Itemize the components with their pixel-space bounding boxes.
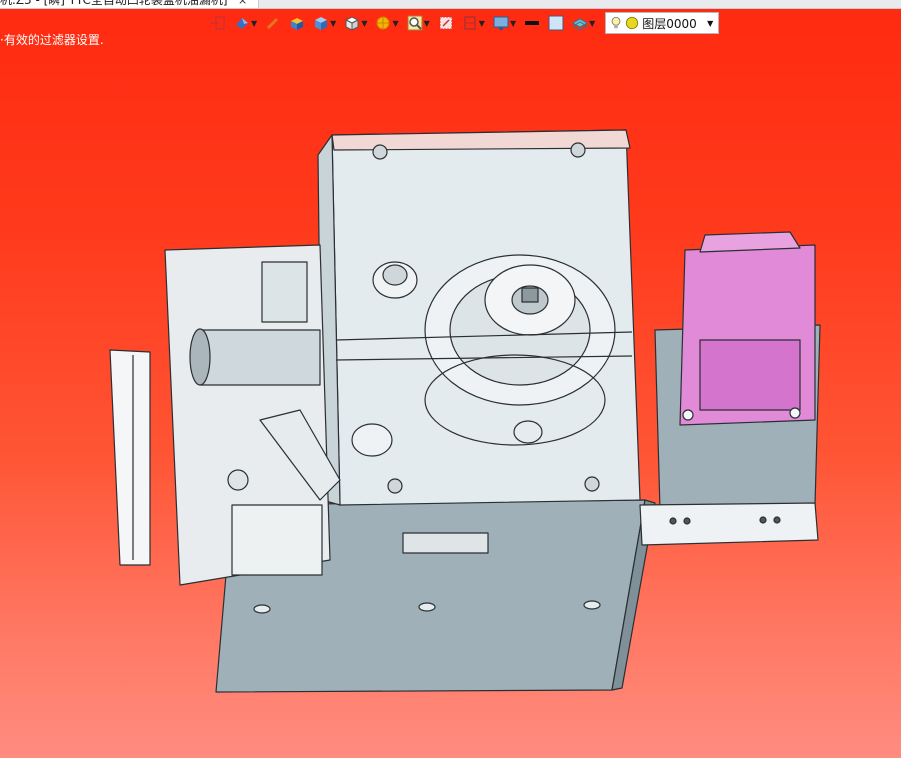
shaded-box-button[interactable] — [287, 12, 307, 34]
shaded-box-icon — [291, 18, 304, 30]
view-toolbar: ▼ ▼ ▼ ▼ ▼ ▼ ▼ ▼ 图层0000 ▼ — [208, 10, 720, 36]
zoom-box-button[interactable] — [436, 12, 456, 34]
lightbulb-icon — [611, 16, 621, 29]
display-button[interactable]: ▼ — [491, 12, 518, 34]
line-color-icon — [525, 21, 540, 25]
layer-name: 图层0000 — [642, 16, 697, 31]
chevron-down-icon: ▼ — [478, 18, 485, 28]
layer-stack-icon — [572, 18, 589, 31]
section-button[interactable]: ▼ — [460, 12, 487, 34]
line-color-button[interactable] — [522, 12, 542, 34]
layer-stack-button[interactable]: ▼ — [570, 12, 597, 34]
chevron-down-icon: ▼ — [251, 18, 258, 28]
face-color-icon — [548, 15, 564, 31]
close-icon[interactable]: × — [238, 0, 247, 7]
document-tab[interactable]: 机.Z3 - [瞬] TTC全自动凸轮装盒机油漏机] × — [0, 0, 259, 8]
chevron-down-icon[interactable]: ▼ — [707, 19, 713, 28]
sun-icon — [376, 16, 390, 30]
chevron-down-icon: ▼ — [509, 18, 517, 28]
shaded-cube-button[interactable]: ▼ — [311, 12, 338, 34]
tab-title: 机.Z3 - [瞬] TTC全自动凸轮装盒机油漏机] — [0, 0, 228, 7]
lighting-button[interactable]: ▼ — [373, 12, 400, 34]
chevron-down-icon: ▼ — [423, 18, 430, 28]
layer-status-icon — [626, 16, 639, 30]
view-cube-button[interactable]: ▼ — [342, 12, 369, 34]
render-style-icon — [236, 18, 248, 29]
exit-sketch-button[interactable] — [208, 12, 228, 34]
shaded-cube-icon — [315, 17, 328, 30]
section-icon — [464, 16, 476, 30]
display-icon — [493, 16, 509, 30]
face-color-button[interactable] — [546, 12, 566, 34]
zoom-icon — [407, 15, 423, 31]
chevron-down-icon: ▼ — [392, 18, 399, 28]
pencil-button[interactable] — [263, 12, 283, 34]
tab-bar: 机.Z3 - [瞬] TTC全自动凸轮装盒机油漏机] × — [0, 0, 901, 9]
zoom-box-icon — [439, 16, 453, 30]
exit-sketch-icon — [211, 16, 225, 30]
filter-status-text: ·有效的过滤器设置. — [0, 33, 104, 47]
layer-select[interactable]: 图层0000 ▼ — [605, 12, 720, 34]
zoom-button[interactable]: ▼ — [405, 12, 432, 34]
chevron-down-icon: ▼ — [330, 18, 337, 28]
view-cube-icon — [345, 16, 360, 31]
chevron-down-icon: ▼ — [361, 18, 368, 28]
right-rail — [639, 502, 819, 546]
model-viewport[interactable] — [0, 0, 901, 758]
render-style-button[interactable]: ▼ — [232, 12, 259, 34]
chevron-down-icon: ▼ — [589, 18, 596, 28]
pencil-icon — [267, 17, 279, 30]
